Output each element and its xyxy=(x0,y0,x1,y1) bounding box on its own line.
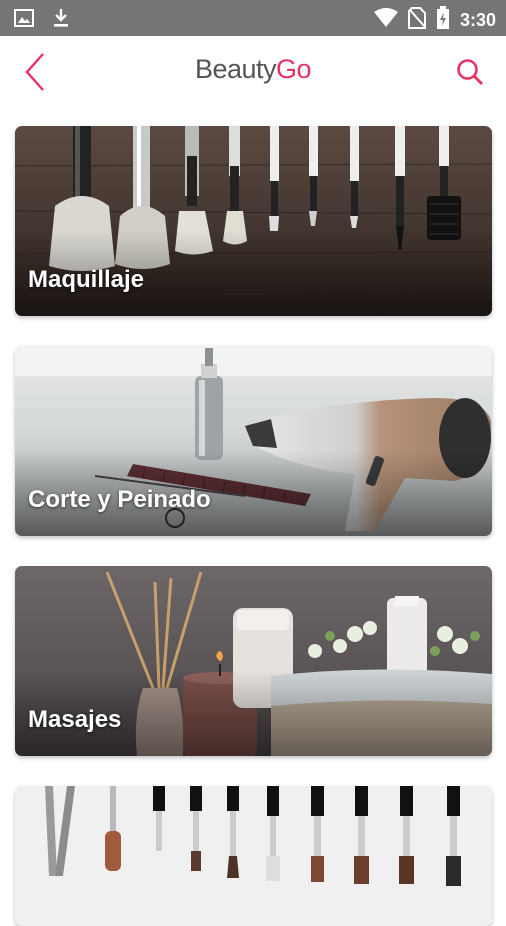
download-icon xyxy=(52,8,70,33)
status-bar: 3:30 xyxy=(0,0,506,36)
status-time: 3:30 xyxy=(459,10,496,30)
wifi-icon xyxy=(373,8,398,33)
app-title-go: Go xyxy=(276,54,312,84)
category-card-corte-y-peinado[interactable]: Corte y Peinado xyxy=(15,346,492,536)
category-card-masajes[interactable]: Masajes xyxy=(15,566,492,756)
battery-charging-icon xyxy=(436,6,450,35)
app-title-beauty: Beauty xyxy=(194,54,277,84)
category-label: Masajes xyxy=(28,706,122,733)
category-label: Maquillaje xyxy=(28,266,145,293)
image-icon xyxy=(14,9,34,32)
app-title: BeautyGo xyxy=(0,54,506,85)
no-sim-icon xyxy=(407,7,426,34)
category-card-maquillaje[interactable]: Maquillaje xyxy=(15,126,492,316)
beauty-tools-image xyxy=(15,786,492,926)
search-icon xyxy=(456,58,484,91)
category-card-4[interactable] xyxy=(15,786,492,926)
app-bar: BeautyGo xyxy=(0,36,506,110)
search-button[interactable] xyxy=(452,56,488,92)
category-label: Corte y Peinado xyxy=(28,486,211,513)
